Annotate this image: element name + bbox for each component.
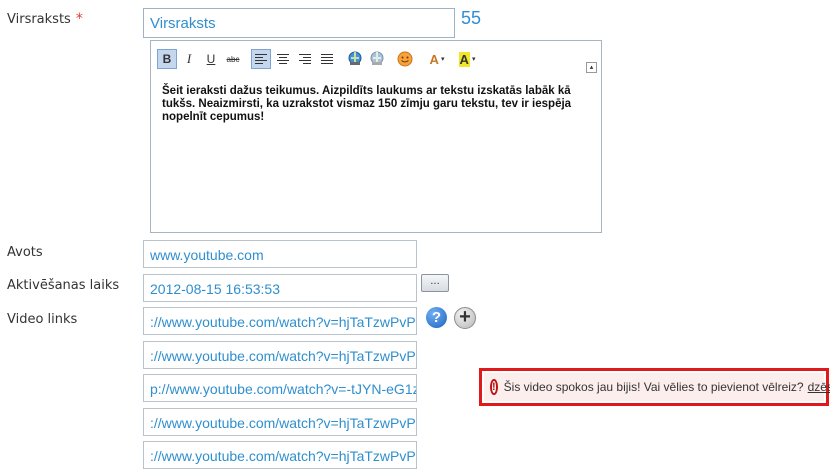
activation-label: Aktivēšanas laiks	[7, 278, 120, 293]
font-color-icon[interactable]: A ▾	[423, 49, 451, 69]
date-picker-button[interactable]: ...	[421, 274, 449, 292]
underline-icon[interactable]: U	[201, 49, 221, 69]
title-counter: 55	[461, 8, 482, 28]
video-link-input-3[interactable]: p://www.youtube.com/watch?v=-tJYN-eG1zk	[143, 374, 417, 402]
source-label: Avots	[7, 245, 43, 260]
align-center-icon[interactable]	[273, 49, 293, 69]
video-link-input-2[interactable]: ://www.youtube.com/watch?v=hjTaTzwPvPE	[143, 341, 417, 369]
activation-input[interactable]: 2012-08-15 16:53:53	[143, 274, 417, 302]
bold-icon[interactable]: B	[157, 49, 177, 69]
alert-message: Šis video spokos jau bijis! Vai vēlies t…	[503, 380, 804, 394]
align-left-icon[interactable]	[251, 49, 271, 69]
video-link-input-5[interactable]: ://www.youtube.com/watch?v=hjTaTzwPvPE	[143, 441, 417, 469]
remove-link-icon[interactable]	[367, 49, 387, 69]
alert-body: ! Šis video spokos jau bijis! Vai vēlies…	[484, 373, 830, 401]
insert-link-icon[interactable]	[345, 49, 365, 69]
title-label: Virsraksts *	[7, 11, 83, 27]
highlight-color-icon[interactable]: A ▾	[453, 49, 481, 69]
warning-icon: !	[490, 379, 498, 395]
align-justify-icon[interactable]	[317, 49, 337, 69]
title-label-text: Virsraksts	[7, 12, 71, 27]
editor-toolbar: B I U abc A ▾ A ▾	[157, 48, 483, 70]
align-right-icon[interactable]	[295, 49, 315, 69]
video-label: Video links	[7, 312, 78, 327]
delete-link[interactable]: dzēst	[808, 380, 830, 394]
smiley-icon[interactable]	[395, 49, 415, 69]
italic-icon[interactable]: I	[179, 49, 199, 69]
video-link-input-1[interactable]: ://www.youtube.com/watch?v=hjTaTzwPvPE	[143, 307, 417, 335]
editor-resize-icon[interactable]: ▴	[586, 62, 597, 73]
video-link-input-4[interactable]: ://www.youtube.com/watch?v=hjTaTzwPvPE	[143, 408, 417, 436]
required-mark: *	[75, 11, 83, 27]
source-input[interactable]: www.youtube.com	[143, 240, 417, 268]
help-icon[interactable]: ?	[426, 307, 447, 328]
duplicate-video-alert: ! Šis video spokos jau bijis! Vai vēlies…	[479, 368, 830, 406]
title-input[interactable]: Virsraksts	[143, 8, 455, 38]
rich-text-editor[interactable]: B I U abc A ▾ A ▾ ▴ Šeit ieraksti dažus te…	[150, 40, 602, 233]
add-link-icon[interactable]: +	[454, 307, 476, 329]
strikethrough-icon[interactable]: abc	[223, 49, 243, 69]
editor-content[interactable]: Šeit ieraksti dažus teikumus. Aizpildīts…	[162, 85, 592, 124]
